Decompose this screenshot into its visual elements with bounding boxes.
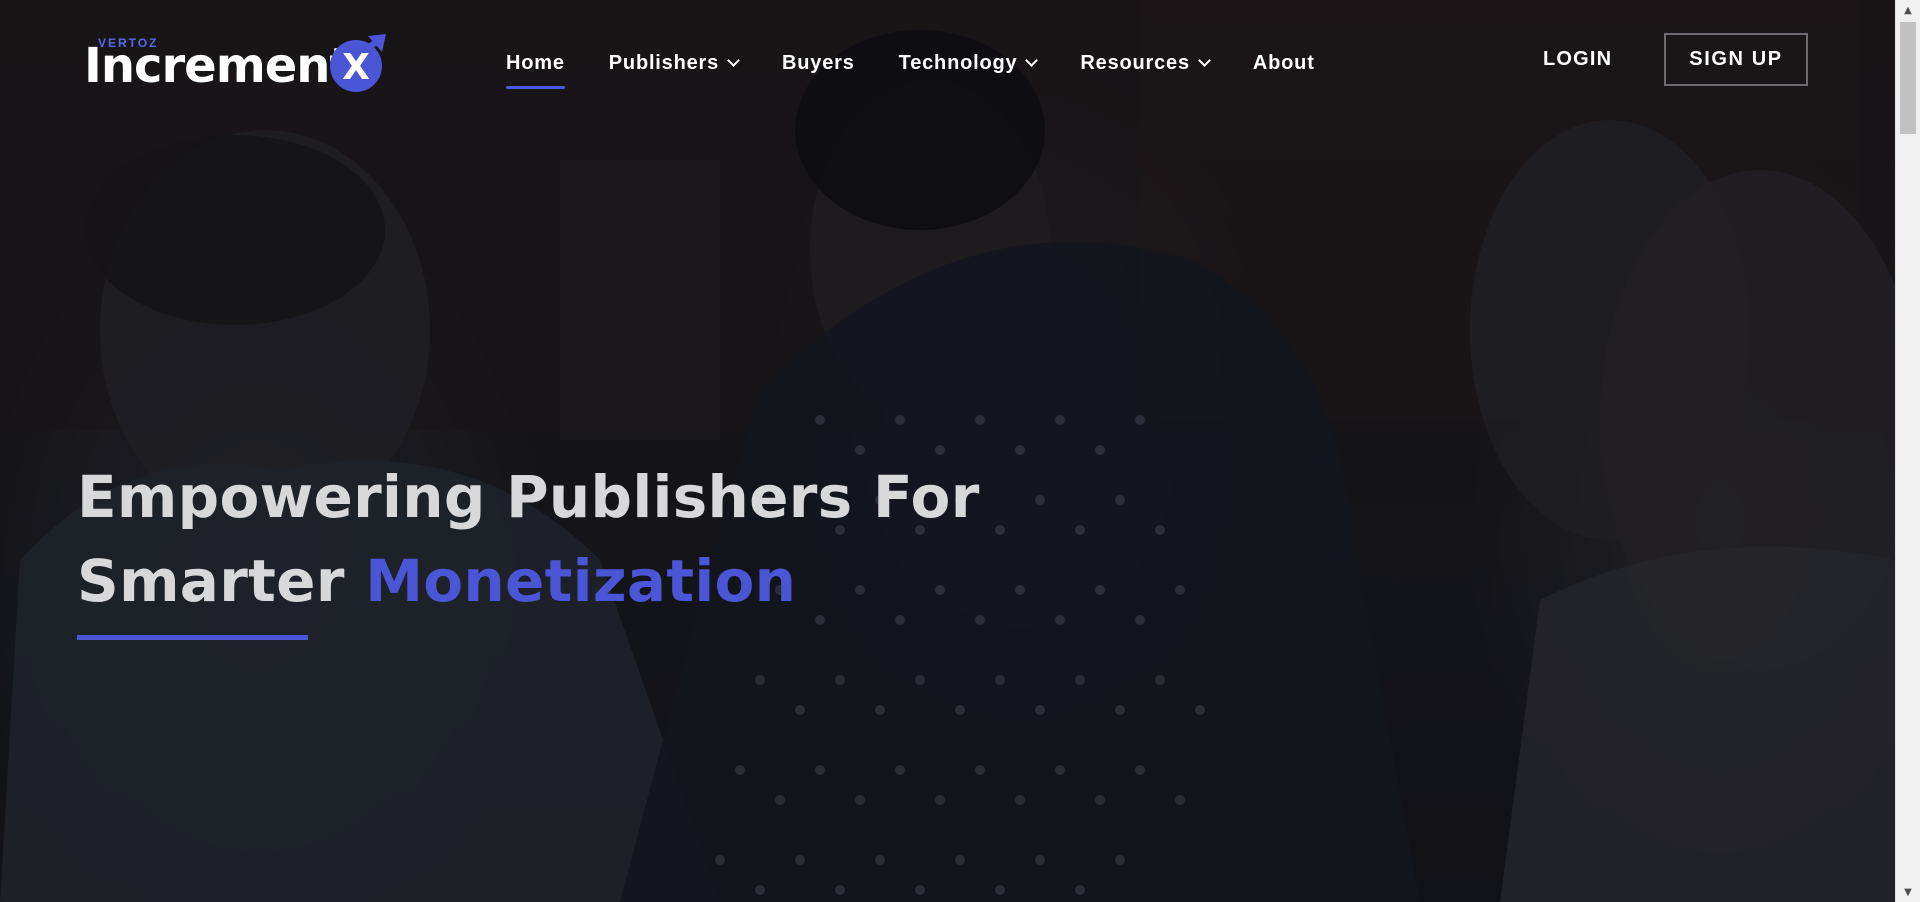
brand-x-mark-icon: X (330, 34, 386, 92)
chevron-down-icon (727, 53, 740, 67)
main-nav: Home Publishers Buyers Technology Resour… (506, 48, 1359, 89)
hero-title-line1: Empowering Publishers For (77, 463, 980, 531)
signup-button-label: SIGN UP (1689, 48, 1783, 70)
nav-item-label: Home (506, 51, 565, 74)
page-scrollbar[interactable]: ▲ ▼ (1895, 0, 1920, 902)
brand-x-mark-letter: X (342, 47, 370, 88)
brand-logo[interactable]: VERTOZ Increment X (84, 30, 386, 94)
arrow-down-icon[interactable]: ▼ (1896, 882, 1920, 902)
hero-title-accent: Monetization (365, 547, 797, 615)
nav-item-home[interactable]: Home (506, 51, 565, 89)
chevron-down-icon (1025, 53, 1039, 67)
hero-title-line2-plain: Smarter (77, 547, 345, 615)
nav-item-publishers[interactable]: Publishers (608, 51, 740, 75)
hero-title: Empowering Publishers For Smarter Moneti… (77, 455, 980, 623)
hero-title-underline (77, 635, 308, 640)
nav-item-technology[interactable]: Technology (898, 51, 1039, 75)
arrow-up-icon[interactable]: ▲ (1896, 0, 1920, 20)
nav-item-buyers[interactable]: Buyers (782, 52, 855, 75)
signup-button[interactable]: SIGN UP (1664, 33, 1808, 86)
login-link[interactable]: LOGIN (1543, 48, 1612, 71)
nav-item-label: Buyers (782, 51, 855, 74)
site-header: VERTOZ Increment X Home Publishers Buyer… (0, 0, 1895, 122)
nav-item-resources[interactable]: Resources (1080, 51, 1211, 75)
brand-logo-name: Increment (84, 38, 352, 94)
nav-item-label: Resources (1080, 51, 1190, 74)
nav-item-label: About (1252, 51, 1315, 74)
chevron-down-icon (1198, 53, 1211, 67)
scrollbar-thumb[interactable] (1900, 22, 1916, 134)
nav-item-about[interactable]: About (1253, 52, 1315, 75)
nav-item-label: Publishers (608, 51, 720, 74)
nav-item-label: Technology (898, 51, 1018, 74)
hero-dark-overlay (0, 0, 1895, 902)
page-viewport: VERTOZ Increment X Home Publishers Buyer… (0, 0, 1895, 902)
